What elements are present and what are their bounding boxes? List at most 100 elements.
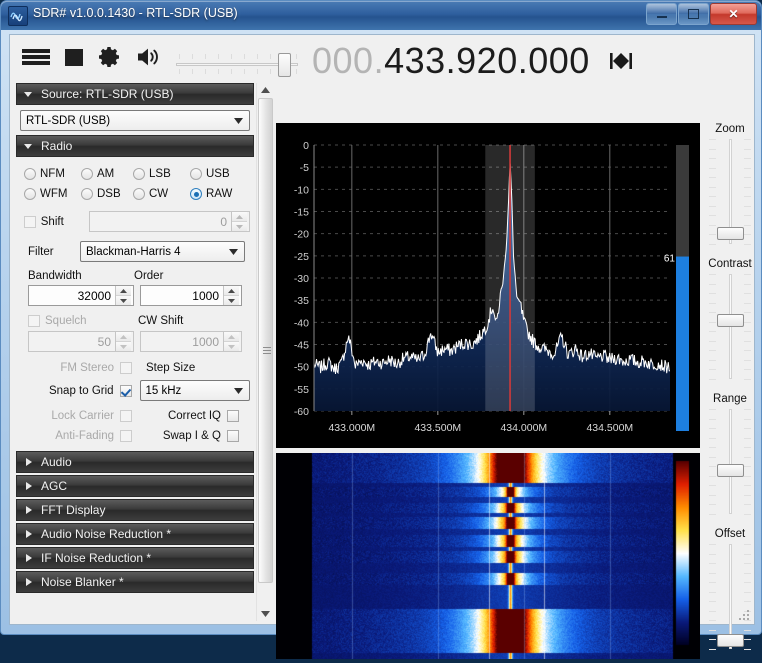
shift-stepper[interactable]: 0 — [88, 211, 250, 232]
fmstereo-stepsize-row: FM Stereo Step Size — [20, 362, 250, 374]
bandwidth-spin-down[interactable] — [116, 296, 131, 305]
squelch-stepper[interactable]: 50 — [28, 331, 134, 352]
bandwidth-stepper[interactable]: 32000 — [28, 285, 134, 306]
left-panel-scrollbar[interactable] — [256, 83, 274, 621]
cw-shift-stepper[interactable]: 1000 — [140, 331, 242, 352]
triangle-right-icon — [23, 481, 33, 491]
spectrum-plot: 0 -5 -10 -15 -20 -25 -30 -35 -40 -45 -50 -55 -60 433.… — [276, 123, 700, 448]
lock-carrier-checkbox[interactable] — [120, 410, 132, 422]
minimize-button[interactable] — [646, 3, 677, 25]
mode-nfm[interactable]: NFM — [24, 168, 81, 180]
cw-shift-label: CW Shift — [138, 315, 184, 327]
step-size-select[interactable]: 15 kHz — [139, 380, 250, 401]
slider-offset[interactable] — [707, 544, 753, 650]
snap-to-grid-checkbox[interactable] — [119, 384, 132, 397]
shift-spinner-buttons[interactable] — [231, 212, 247, 231]
volume-thumb[interactable] — [278, 53, 291, 77]
bandwidth-spinner-buttons[interactable] — [115, 286, 131, 305]
mode-usb[interactable]: USB — [190, 168, 230, 180]
slider-zoom[interactable] — [707, 139, 753, 245]
svg-text:-15: -15 — [294, 207, 309, 219]
order-stepper[interactable]: 1000 — [140, 285, 242, 306]
gear-icon[interactable] — [98, 45, 122, 69]
app-icon — [8, 6, 28, 26]
squelch-spin-up[interactable] — [116, 332, 131, 342]
collapsed-panel-noise-blanker[interactable]: Noise Blanker * — [16, 571, 254, 593]
scroll-down-arrow-icon[interactable] — [257, 607, 274, 621]
radio-indicator-wfm — [24, 188, 36, 200]
cw-shift-spinner-buttons[interactable] — [223, 332, 239, 351]
fm-stereo-checkbox[interactable] — [120, 362, 132, 374]
slider-thumb-zoom[interactable] — [717, 227, 744, 240]
cw-shift-spin-down[interactable] — [224, 342, 239, 351]
shift-checkbox[interactable] — [24, 215, 36, 228]
resize-grip-icon[interactable] — [739, 610, 751, 622]
slider-label-contrast: Contrast — [708, 258, 752, 270]
device-select[interactable]: RTL-SDR (USB) — [20, 110, 250, 131]
triangle-down-icon — [23, 89, 33, 99]
waterfall-display[interactable] — [276, 453, 700, 659]
source-panel-header[interactable]: Source: RTL-SDR (USB) — [16, 83, 254, 105]
frequency-lock-icon[interactable] — [608, 51, 634, 71]
lock-carrier-label: Lock Carrier — [51, 410, 114, 422]
order-spinner-buttons[interactable] — [223, 286, 239, 305]
hamburger-menu-icon[interactable] — [22, 47, 50, 67]
shift-spin-up[interactable] — [232, 212, 247, 222]
swap-iq-label: Swap I & Q — [162, 430, 221, 442]
toolbar-icon-group — [22, 45, 162, 69]
radio-panel-header[interactable]: Radio — [16, 135, 254, 157]
slider-thumb-range[interactable] — [717, 464, 744, 477]
squelch-checkbox[interactable] — [28, 315, 40, 327]
speaker-volume-icon[interactable] — [136, 46, 162, 68]
maximize-button[interactable] — [678, 3, 709, 25]
collapsed-panel-if-noise-reduction[interactable]: IF Noise Reduction * — [16, 547, 254, 569]
device-select-value: RTL-SDR (USB) — [26, 114, 111, 127]
chevron-down-icon — [234, 385, 243, 397]
triangle-right-icon — [23, 457, 33, 467]
slider-thumb-offset[interactable] — [717, 634, 744, 647]
close-button[interactable]: ✕ — [710, 3, 757, 25]
waterfall-canvas — [276, 453, 700, 659]
mode-row-1: NFM AM LSB USB — [24, 168, 250, 180]
correct-iq-checkbox[interactable] — [227, 410, 239, 422]
radio-indicator-dsb — [81, 188, 93, 200]
swap-iq-checkbox[interactable] — [227, 430, 239, 442]
mode-raw[interactable]: RAW — [190, 188, 232, 200]
anti-fading-checkbox[interactable] — [120, 430, 132, 442]
bandwidth-spin-up[interactable] — [116, 286, 131, 296]
filter-select[interactable]: Blackman-Harris 4 — [80, 241, 245, 262]
mode-lsb[interactable]: LSB — [133, 168, 190, 180]
cw-shift-spin-up[interactable] — [224, 332, 239, 342]
scrollbar-thumb[interactable] — [258, 98, 273, 583]
mode-wfm-label: WFM — [40, 188, 68, 200]
mode-dsb[interactable]: DSB — [81, 188, 133, 200]
slider-thumb-contrast[interactable] — [717, 314, 744, 327]
squelch-spinner-buttons[interactable] — [115, 332, 131, 351]
shift-spin-down[interactable] — [232, 222, 247, 231]
mode-cw[interactable]: CW — [133, 188, 190, 200]
collapsed-panel-audio-noise-reduction[interactable]: Audio Noise Reduction * — [16, 523, 254, 545]
collapsed-panel-audio[interactable]: Audio — [16, 451, 254, 473]
order-spin-down[interactable] — [224, 296, 239, 305]
scroll-up-arrow-icon[interactable] — [257, 83, 274, 97]
spectrum-analyzer-display[interactable]: 0 -5 -10 -15 -20 -25 -30 -35 -40 -45 -50 -55 -60 433.… — [276, 123, 700, 448]
slider-label-offset: Offset — [714, 528, 746, 540]
slider-contrast[interactable] — [707, 274, 753, 380]
scrollbar-grip-icon — [263, 347, 271, 354]
lockcarrier-correctiq-row: Lock Carrier Correct IQ — [20, 410, 250, 422]
slider-tick-marks — [707, 409, 753, 515]
fm-stereo-label: FM Stereo — [60, 362, 114, 374]
slider-range[interactable] — [707, 409, 753, 515]
bandwidth-order-captions: Bandwidth Order — [20, 270, 250, 282]
volume-slider[interactable] — [176, 53, 298, 77]
stop-square-icon[interactable] — [64, 47, 84, 67]
collapsed-panel-agc[interactable]: AGC — [16, 475, 254, 497]
order-spin-up[interactable] — [224, 286, 239, 296]
radio-panel-title: Radio — [41, 139, 73, 153]
mode-wfm[interactable]: WFM — [24, 188, 81, 200]
display-sliders-panel: Zoom Contrast Range Offset — [704, 123, 756, 663]
mode-am[interactable]: AM — [81, 168, 133, 180]
squelch-spin-down[interactable] — [116, 342, 131, 351]
frequency-display[interactable]: 000.433.920.000 — [312, 40, 634, 82]
collapsed-panel-fft-display[interactable]: FFT Display — [16, 499, 254, 521]
